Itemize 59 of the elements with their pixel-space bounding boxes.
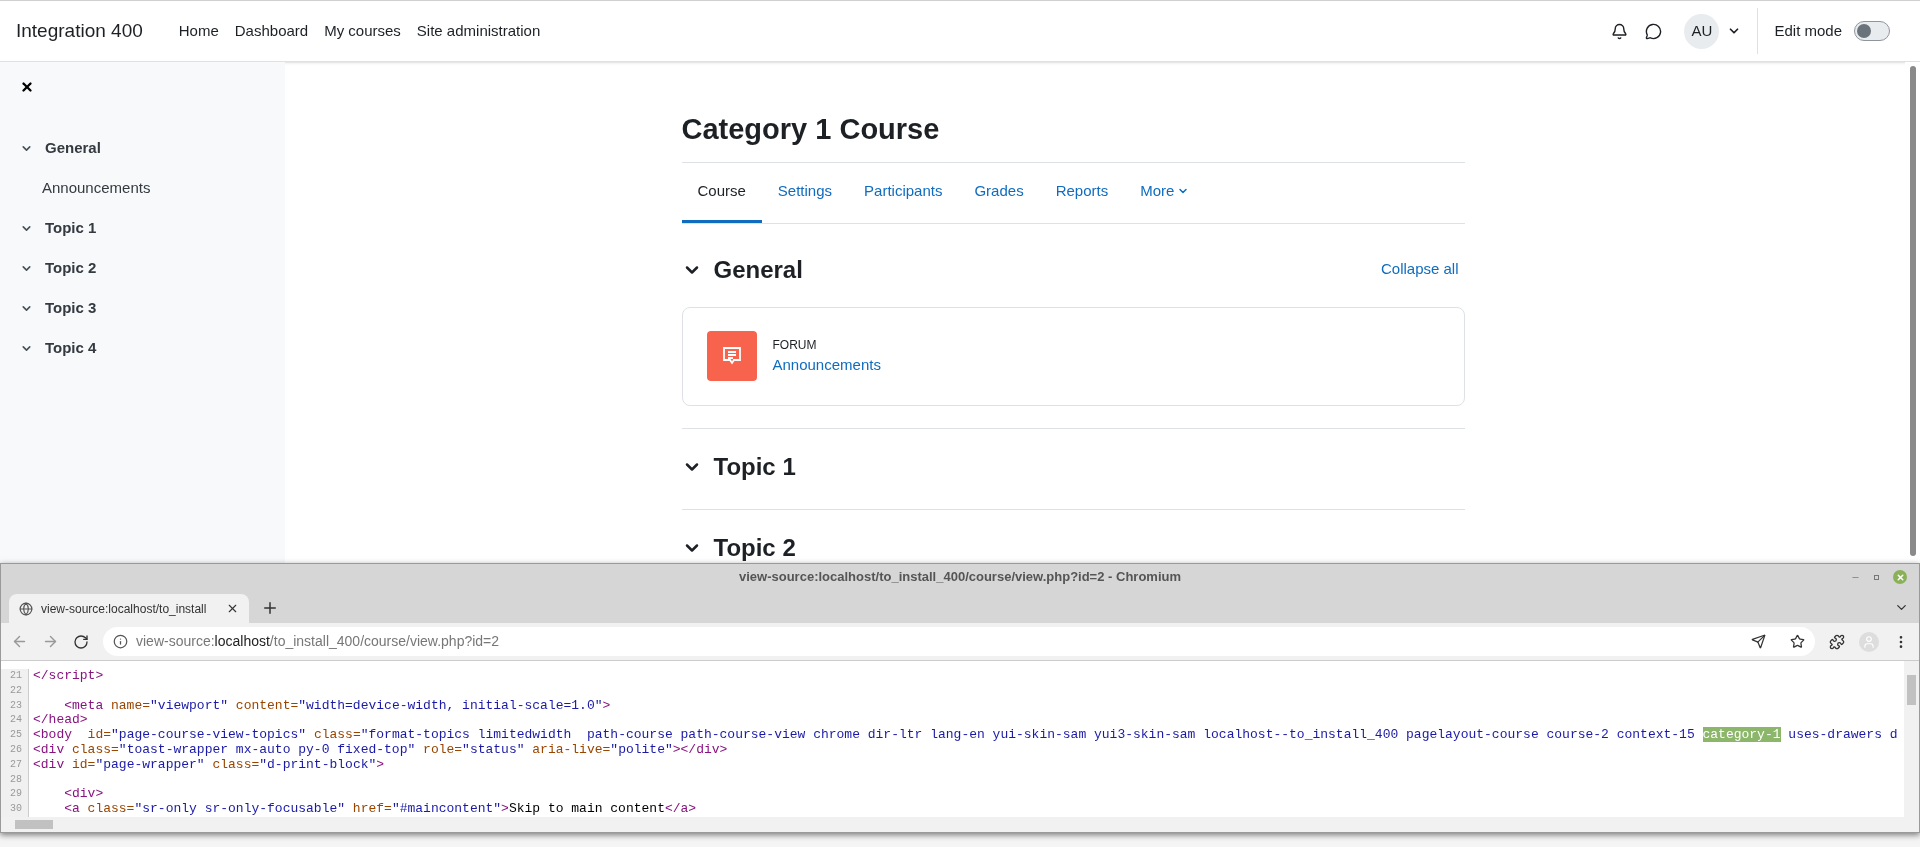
course-tab[interactable]: Participants <box>848 162 959 223</box>
source-line: <meta name="viewport" content="width=device-width, initial-scale=1.0"> <box>63 698 611 714</box>
section-title: Topic 2 <box>713 532 796 563</box>
new-tab-icon[interactable] <box>261 599 279 617</box>
line-number: 24 <box>1 713 29 729</box>
nav-link[interactable]: Dashboard <box>234 19 309 43</box>
activity-link[interactable]: Announcements <box>772 353 881 377</box>
site-brand[interactable]: Integration 400 <box>16 16 143 46</box>
source-line: </script> <box>32 669 104 684</box>
source-line: </head> <box>32 713 88 729</box>
course-tab[interactable]: Settings <box>761 162 849 223</box>
source-line: <a class="sr-only sr-only-focusable" href="#maincontent">Skip to main content</a> <box>63 802 697 817</box>
url-text: view-source:localhost/to_install_400/course/view.php?id=2 <box>136 632 500 651</box>
course-tab[interactable]: More <box>1124 162 1206 223</box>
info-icon <box>113 634 128 649</box>
close-icon[interactable] <box>20 80 34 94</box>
horizontal-scrollbar[interactable] <box>1 817 1904 832</box>
notifications-icon[interactable] <box>1611 22 1629 40</box>
activity-type: FORUM <box>772 336 818 354</box>
send-icon[interactable] <box>1751 634 1766 649</box>
section-title: Topic 1 <box>713 451 796 482</box>
line-number: 30 <box>1 802 29 817</box>
nav-link[interactable]: Site administration <box>416 19 541 43</box>
close-icon[interactable] <box>226 602 239 615</box>
drawer-activity-link[interactable]: Announcements <box>42 176 151 200</box>
messages-icon[interactable] <box>1645 22 1663 40</box>
source-line: <div id="page-wrapper" class="d-print-block"> <box>32 757 385 773</box>
course-tab[interactable]: Grades <box>958 162 1040 223</box>
maximize-icon[interactable] <box>1874 574 1879 580</box>
course-tab[interactable]: Course <box>681 162 762 223</box>
globe-icon <box>19 601 33 616</box>
nav-link[interactable]: Home <box>178 19 219 43</box>
user-avatar[interactable]: AU <box>1684 13 1720 49</box>
drawer-section-link[interactable]: Topic 4 <box>45 336 97 360</box>
line-number: 29 <box>1 787 29 803</box>
bookmark-star-icon[interactable] <box>1790 634 1805 649</box>
drawer-section-link[interactable]: Topic 1 <box>45 216 97 240</box>
reload-icon[interactable] <box>73 633 89 650</box>
vertical-scrollbar[interactable] <box>1904 661 1919 832</box>
edit-mode-label: Edit mode <box>1774 20 1842 41</box>
course-title: Category 1 Course <box>681 108 1465 163</box>
section-title: General <box>713 254 803 285</box>
drawer-section-link[interactable]: Topic 3 <box>45 296 97 320</box>
browser-tab[interactable]: view-source:localhost/to_install <box>9 594 249 623</box>
line-number: 25 <box>1 728 29 743</box>
nav-link[interactable]: My courses <box>324 19 401 43</box>
source-line: <div> <box>63 787 104 803</box>
line-number: 21 <box>1 669 29 684</box>
window-title: view-source:localhost/to_install_400/course/view.php?id=2 - Chromium <box>739 568 1181 587</box>
source-line: <div class="toast-wrapper mx-auto py-0 fixed-top" role="status" aria-live="polite"></div> <box>32 743 728 758</box>
drawer-section-link[interactable]: Topic 2 <box>45 256 97 280</box>
course-tab[interactable]: Reports <box>1039 162 1125 223</box>
drawer-section-link[interactable]: General <box>45 136 101 160</box>
address-bar[interactable]: view-source:localhost/to_install_400/course/view.php?id=2 <box>103 627 1815 656</box>
forum-icon <box>706 331 757 381</box>
edit-mode-toggle[interactable] <box>1854 21 1890 41</box>
collapse-all-link[interactable]: Collapse all <box>1380 258 1459 281</box>
extensions-icon[interactable] <box>1829 633 1845 650</box>
source-line: <body id="page-course-view-topics" class="format-topics limitedwidth path-course path-course-view chrome dir-ltr lang-en yui-skin-sam yui3-skin-sam localhost--to_install_400 pagelayout-course course-2 context-15 category-1 uses-drawers d <box>32 728 1898 743</box>
